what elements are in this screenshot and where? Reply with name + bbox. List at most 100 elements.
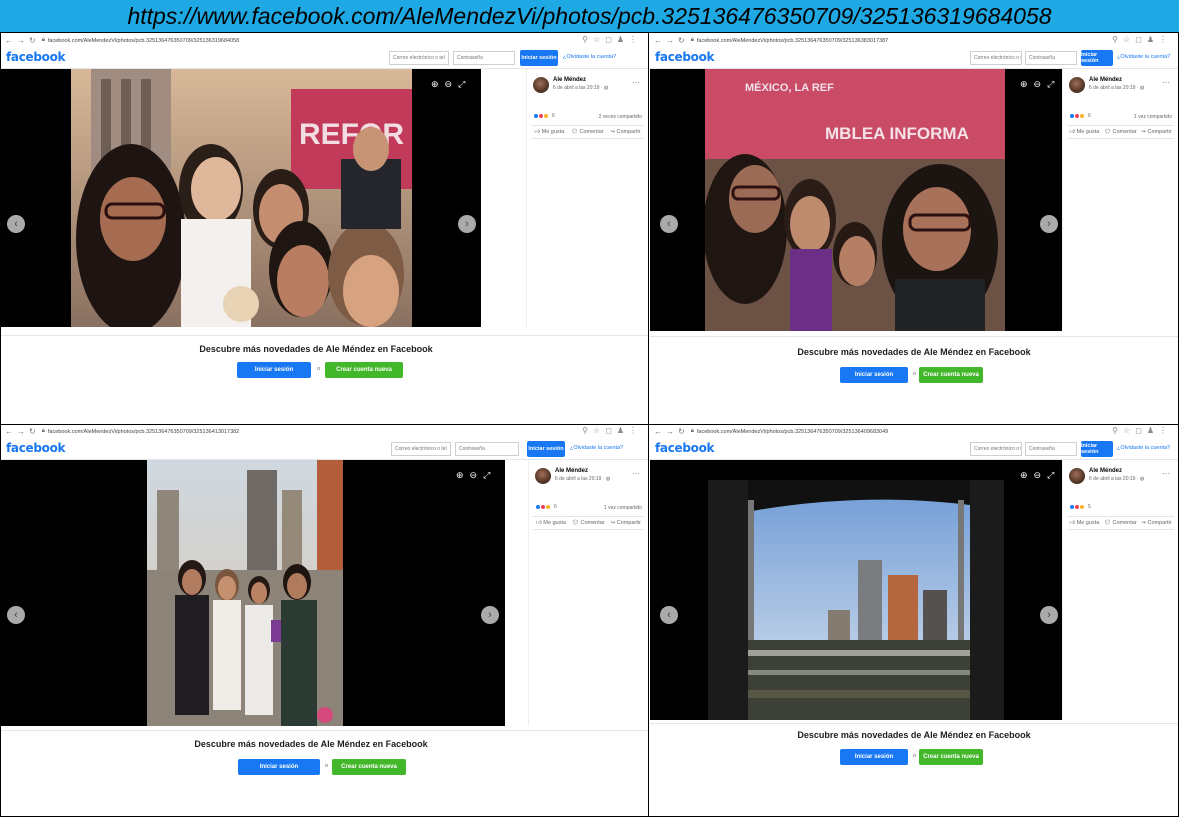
reload-icon[interactable]: ↻	[29, 36, 36, 45]
avatar[interactable]	[1069, 77, 1085, 93]
forward-icon[interactable]: →	[17, 427, 25, 436]
facebook-logo[interactable]: facebook	[655, 441, 715, 455]
comment-button[interactable]: 💬︎ Comentar	[1104, 129, 1137, 135]
reaction-summary[interactable]: 6	[535, 504, 557, 510]
share-button[interactable]: ↪ Compartir	[1141, 129, 1171, 135]
back-icon[interactable]: ←	[654, 427, 662, 436]
facebook-logo[interactable]: facebook	[655, 50, 715, 64]
browser-extension-icons[interactable]: ⚲☆◻♟⋮	[1112, 426, 1172, 435]
create-account-button[interactable]: Crear cuenta nueva	[332, 759, 406, 775]
share-count[interactable]: 1 vez compartido	[1134, 114, 1172, 120]
share-count[interactable]: 1 vez compartido	[604, 505, 642, 511]
like-button[interactable]: 👍︎ Me gusta	[1069, 520, 1099, 526]
reaction-summary[interactable]: 6	[1069, 113, 1091, 119]
cta-login-button[interactable]: Iniciar sesión	[840, 749, 908, 765]
previous-photo-button[interactable]: ‹	[660, 215, 678, 233]
forward-icon[interactable]: →	[17, 36, 25, 45]
divider	[650, 723, 1178, 724]
address-bar[interactable]: facebook.com/AleMendezVi/photos/pcb.3251…	[48, 429, 239, 435]
next-photo-button[interactable]: ›	[1040, 215, 1058, 233]
cta-login-button[interactable]: Iniciar sesión	[840, 367, 908, 383]
login-button[interactable]: Iniciar sesión	[1081, 441, 1113, 457]
login-button[interactable]: Iniciar sesión	[1081, 50, 1113, 66]
post-date[interactable]: 6 de abril a las 20:19 · ◍	[1089, 476, 1144, 482]
forgot-account-link[interactable]: ¿Olvidaste la cuenta?	[563, 54, 616, 60]
back-icon[interactable]: ←	[5, 36, 13, 45]
author-name[interactable]: Ale Méndez	[1089, 468, 1122, 474]
password-field[interactable]: Contraseña	[1025, 51, 1077, 65]
forgot-account-link[interactable]: ¿Olvidaste la cuenta?	[1117, 54, 1170, 60]
browser-extension-icons[interactable]: ⚲☆◻♟⋮	[582, 426, 642, 435]
create-account-button[interactable]: Crear cuenta nueva	[919, 749, 983, 765]
address-bar[interactable]: facebook.com/AleMendezVi/photos/pcb.3251…	[697, 38, 888, 44]
more-options-icon[interactable]: ···	[632, 469, 640, 478]
next-photo-button[interactable]: ›	[481, 606, 499, 624]
previous-photo-button[interactable]: ‹	[7, 215, 25, 233]
forgot-account-link[interactable]: ¿Olvidaste la cuenta?	[570, 445, 623, 451]
forward-icon[interactable]: →	[666, 427, 674, 436]
facebook-logo[interactable]: facebook	[6, 50, 66, 64]
email-field[interactable]: Correo electrónico o tel	[970, 51, 1022, 65]
zoom-controls[interactable]: ⊕⊖⤢	[1020, 470, 1060, 481]
login-button[interactable]: Iniciar sesión	[520, 50, 558, 66]
share-button[interactable]: ↪ Compartir	[611, 520, 641, 526]
avatar[interactable]	[533, 77, 549, 93]
post-date[interactable]: 6 de abril a las 20:19 · ◍	[555, 476, 610, 482]
password-field[interactable]: Contraseña	[1025, 442, 1077, 456]
login-button[interactable]: Iniciar sesión	[527, 441, 565, 457]
forward-icon[interactable]: →	[666, 36, 674, 45]
reload-icon[interactable]: ↻	[29, 427, 36, 436]
post-date[interactable]: 6 de abril a las 20:19 · ◍	[1089, 85, 1144, 91]
post-sidebar: Ale Méndez 6 de abril a las 20:19 · ◍ ··…	[1062, 460, 1178, 720]
reaction-summary[interactable]: 6	[533, 113, 555, 119]
create-account-button[interactable]: Crear cuenta nueva	[325, 362, 403, 378]
facebook-header: facebook Correo electrónico o tel Contra…	[1, 47, 648, 69]
back-icon[interactable]: ←	[5, 427, 13, 436]
post-sidebar: Ale Méndez 6 de abril a las 20:19 · ◍ ··…	[526, 69, 648, 327]
post-date[interactable]: 6 de abril a las 20:19 · ◍	[553, 85, 608, 91]
comment-button[interactable]: 💬︎ Comentar	[1104, 520, 1137, 526]
browser-extension-icons[interactable]: ⚲☆◻♟⋮	[1112, 35, 1172, 44]
photo-viewer: REFOR ⊕⊖⤢ ‹ ›	[1, 69, 481, 327]
previous-photo-button[interactable]: ‹	[660, 606, 678, 624]
author-name[interactable]: Ale Méndez	[1089, 77, 1122, 83]
zoom-controls[interactable]: ⊕⊖⤢	[456, 470, 496, 481]
back-icon[interactable]: ←	[654, 36, 662, 45]
email-field[interactable]: Correo electrónico o tel	[391, 442, 451, 456]
cta-login-button[interactable]: Iniciar sesión	[237, 362, 311, 378]
email-field[interactable]: Correo electrónico o tel	[389, 51, 449, 65]
comment-button[interactable]: 💬︎ Comentar	[572, 520, 605, 526]
email-field[interactable]: Correo electrónico o tel	[970, 442, 1022, 456]
share-button[interactable]: ↪ Compartir	[610, 129, 640, 135]
password-field[interactable]: Contraseña	[453, 51, 515, 65]
address-bar[interactable]: facebook.com/AleMendezVi/photos/pcb.3251…	[697, 429, 888, 435]
create-account-button[interactable]: Crear cuenta nueva	[919, 367, 983, 383]
address-bar[interactable]: facebook.com/AleMendezVi/photos/pcb.3251…	[48, 38, 239, 44]
more-options-icon[interactable]: ···	[632, 78, 640, 87]
author-name[interactable]: Ale Méndez	[553, 77, 586, 83]
author-name[interactable]: Ale Méndez	[555, 468, 588, 474]
zoom-controls[interactable]: ⊕⊖⤢	[431, 79, 471, 90]
password-field[interactable]: Contraseña	[455, 442, 519, 456]
forgot-account-link[interactable]: ¿Olvidaste la cuenta?	[1117, 445, 1170, 451]
cta-login-button[interactable]: Iniciar sesión	[238, 759, 320, 775]
next-photo-button[interactable]: ›	[458, 215, 476, 233]
next-photo-button[interactable]: ›	[1040, 606, 1058, 624]
reload-icon[interactable]: ↻	[678, 427, 685, 436]
like-button[interactable]: 👍︎ Me gusta	[534, 129, 564, 135]
share-count[interactable]: 2 veces compartido	[599, 114, 642, 120]
like-button[interactable]: 👍︎ Me gusta	[536, 520, 566, 526]
like-button[interactable]: 👍︎ Me gusta	[1069, 129, 1099, 135]
reaction-summary[interactable]: 5	[1069, 504, 1091, 510]
avatar[interactable]	[535, 468, 551, 484]
more-options-icon[interactable]: ···	[1162, 78, 1170, 87]
browser-extension-icons[interactable]: ⚲☆◻♟⋮	[582, 35, 642, 44]
previous-photo-button[interactable]: ‹	[7, 606, 25, 624]
avatar[interactable]	[1069, 468, 1085, 484]
reload-icon[interactable]: ↻	[678, 36, 685, 45]
share-button[interactable]: ↪ Compartir	[1141, 520, 1171, 526]
zoom-controls[interactable]: ⊕⊖⤢	[1020, 79, 1060, 90]
comment-button[interactable]: 💬︎ Comentar	[571, 129, 604, 135]
facebook-logo[interactable]: facebook	[6, 441, 66, 455]
more-options-icon[interactable]: ···	[1162, 469, 1170, 478]
